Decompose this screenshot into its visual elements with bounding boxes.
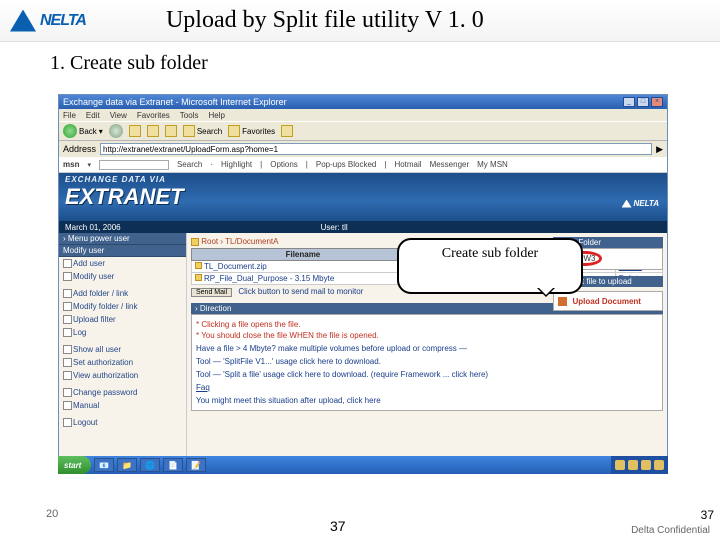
sidebar-header-modify: Modify user [59, 245, 186, 257]
msn-logo: msn [63, 160, 79, 169]
user-text: User: tll [321, 223, 348, 232]
start-button[interactable]: start [58, 456, 91, 474]
minimize-button[interactable]: _ [623, 97, 635, 107]
confidential-label: Delta Confidential [631, 525, 710, 536]
delta-logo-icon [10, 10, 36, 32]
upload-box: Upload Document [553, 291, 663, 311]
msn-mymsn[interactable]: My MSN [477, 160, 508, 169]
task-item[interactable]: 📧 [94, 458, 114, 472]
close-button[interactable]: × [651, 97, 663, 107]
menu-favorites[interactable]: Favorites [137, 111, 170, 120]
file-icon [195, 274, 202, 281]
tray-icon[interactable] [641, 460, 651, 470]
tray-icon[interactable] [628, 460, 638, 470]
sendmail-hint: Click button to send mail to monitor [238, 287, 363, 296]
upload-link[interactable]: Upload Document [573, 297, 641, 306]
search-button[interactable]: Search [183, 125, 222, 137]
toolbar: Back ▾ Search Favorites [59, 121, 667, 141]
sidebar-item-set-auth[interactable]: Set authorization [59, 356, 186, 369]
sidebar-item-change-pw[interactable]: Change password [59, 386, 186, 399]
msn-search[interactable]: Search [177, 160, 202, 169]
search-icon [183, 125, 195, 137]
system-tray[interactable] [611, 456, 668, 474]
sidebar-item-add-user[interactable]: Add user [59, 257, 186, 270]
sidebar-item-logout[interactable]: Logout [59, 416, 186, 429]
windows-taskbar: start 📧 📁 🌐 📄 📝 [58, 456, 668, 474]
msn-messenger[interactable]: Messenger [430, 160, 470, 169]
msn-popups[interactable]: Pop-ups Blocked [316, 160, 376, 169]
folder-icon [191, 238, 199, 246]
media-icon[interactable] [281, 125, 293, 137]
banner-brand: NELTA [622, 199, 659, 208]
date-bar: March 01, 2006 User: tll [59, 221, 667, 233]
sidebar-item-modify-user[interactable]: Modify user [59, 270, 186, 283]
slide-title: Upload by Split file utility V 1. 0 [166, 7, 484, 34]
back-icon [63, 124, 77, 138]
sidebar-item-log[interactable]: Log [59, 326, 186, 339]
menu-file[interactable]: File [63, 111, 76, 120]
home-icon[interactable] [165, 125, 177, 137]
send-mail-button[interactable]: Send Mail [191, 288, 232, 297]
delta-small-icon [622, 200, 632, 208]
extranet-banner: EXCHANGE DATA VIA EXTRANET NELTA [59, 173, 667, 221]
banner-line1: EXCHANGE DATA VIA [65, 175, 667, 184]
address-label: Address [63, 144, 96, 154]
sidebar-item-manual[interactable]: Manual [59, 399, 186, 412]
menu-edit[interactable]: Edit [86, 111, 100, 120]
tray-icon[interactable] [654, 460, 664, 470]
task-item[interactable]: 🌐 [140, 458, 160, 472]
msn-toolbar: msn▾ Search · Highlight | Options | Pop-… [59, 157, 667, 173]
sidebar-item-upload-filter[interactable]: Upload filter [59, 313, 186, 326]
file-icon [195, 262, 202, 269]
address-bar: Address ▶ [59, 141, 667, 157]
sidebar-item-add-folder[interactable]: Add folder / link [59, 287, 186, 300]
sidebar: › Menu power user Modify user Add user M… [59, 233, 187, 459]
menu-tools[interactable]: Tools [180, 111, 199, 120]
msn-options[interactable]: Options [270, 160, 298, 169]
star-icon [228, 125, 240, 137]
date-text: March 01, 2006 [65, 223, 121, 232]
stop-icon[interactable] [129, 125, 141, 137]
tray-icon[interactable] [615, 460, 625, 470]
msn-highlight[interactable]: Highlight [221, 160, 252, 169]
msn-hotmail[interactable]: Hotmail [394, 160, 421, 169]
sidebar-item-view-auth[interactable]: View authorization [59, 369, 186, 382]
menu-view[interactable]: View [110, 111, 127, 120]
menu-help[interactable]: Help [208, 111, 224, 120]
crumb-path: TL/DocumentA [225, 237, 278, 246]
sidebar-header-menu: › Menu power user [59, 233, 186, 245]
year-partial: 20 [46, 508, 58, 520]
task-item[interactable]: 📁 [117, 458, 137, 472]
sidebar-item-modify-folder[interactable]: Modify folder / link [59, 300, 186, 313]
slide-header: NELTA Upload by Split file utility V 1. … [0, 0, 720, 42]
window-titlebar[interactable]: Exchange data via Extranet - Microsoft I… [59, 95, 667, 109]
menu-bar: File Edit View Favorites Tools Help [59, 109, 667, 121]
page-number-right: 37 [701, 508, 714, 522]
brand-name: NELTA [40, 12, 86, 30]
direction-box: * Clicking a file opens the file. * You … [191, 314, 663, 411]
msn-search-input[interactable] [99, 160, 169, 170]
task-item[interactable]: 📝 [186, 458, 206, 472]
refresh-icon[interactable] [147, 125, 159, 137]
crumb-root[interactable]: Root [201, 237, 218, 246]
page-number-center: 37 [330, 518, 346, 534]
file-name[interactable]: TL_Document.zip [204, 262, 267, 271]
forward-button[interactable] [109, 124, 123, 138]
address-input[interactable] [100, 143, 652, 155]
slide-subtitle: 1. Create sub folder [50, 52, 720, 75]
callout-text: Create sub folder [442, 246, 538, 262]
sidebar-item-show-all[interactable]: Show all user [59, 343, 186, 356]
task-item[interactable]: 📄 [163, 458, 183, 472]
file-name[interactable]: RP_File_Dual_Purpose - 3.15 Mbyte [204, 274, 334, 283]
slide-footer: 20 37 37 Delta Confidential [0, 500, 720, 540]
go-button[interactable]: ▶ [656, 144, 663, 155]
favorites-button[interactable]: Favorites [228, 125, 275, 137]
th-filename: Filename [192, 249, 415, 261]
banner-line2: EXTRANET [65, 184, 667, 210]
upload-icon [558, 297, 567, 306]
back-button[interactable]: Back ▾ [63, 124, 103, 138]
maximize-button[interactable]: □ [637, 97, 649, 107]
annotation-callout: Create sub folder [397, 238, 583, 294]
window-title: Exchange data via Extranet - Microsoft I… [63, 97, 287, 107]
